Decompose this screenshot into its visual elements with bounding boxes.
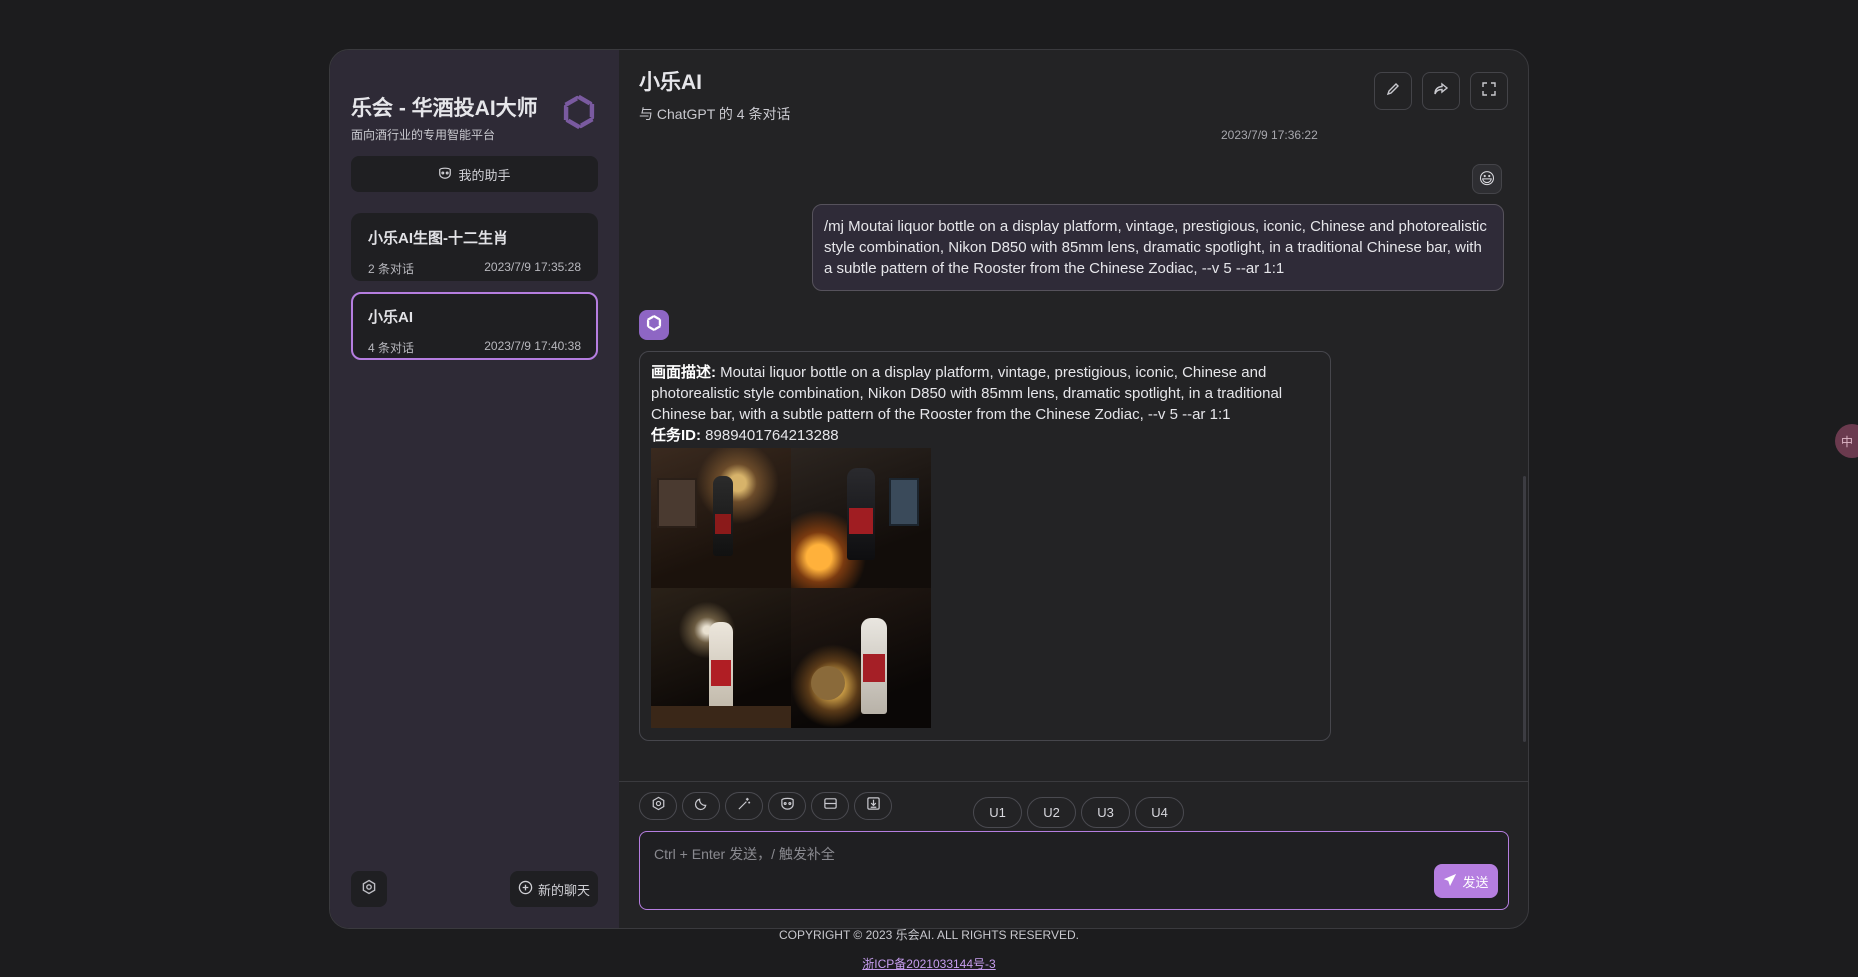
theme-toggle-button[interactable] xyxy=(682,792,720,820)
task-id-value: 8989401764213288 xyxy=(701,427,839,444)
chat-item-title: 小乐AI生图-十二生肖 xyxy=(368,230,508,247)
chat-header: 小乐AI 与 ChatGPT 的 4 条对话 xyxy=(639,66,1508,126)
mask-icon xyxy=(780,796,795,816)
export-button[interactable] xyxy=(854,792,892,820)
chat-settings-button[interactable] xyxy=(639,792,677,820)
brand-title: 乐会 - 华酒投AI大师 xyxy=(351,97,538,120)
user-message-text: /mj Moutai liquor bottle on a display pl… xyxy=(824,218,1487,277)
generated-image-grid[interactable] xyxy=(651,448,931,728)
generated-image-2 xyxy=(791,448,931,588)
mask-button[interactable] xyxy=(768,792,806,820)
task-id-line: 任务ID: 8989401764213288 xyxy=(651,425,1319,446)
description-label: 画面描述: xyxy=(651,364,716,381)
export-icon xyxy=(866,796,881,816)
send-label: 发送 xyxy=(1462,874,1489,890)
chat-item-xiaole-ai[interactable]: 小乐AI 4 条对话 2023/7/9 17:40:38 xyxy=(351,292,598,360)
input-panel: 发送 xyxy=(619,781,1528,928)
message-list[interactable]: 2023/7/9 17:36:22 😃 /mj Moutai liquor bo… xyxy=(619,128,1528,828)
input-toolbar xyxy=(639,792,892,820)
chat-main: 小乐AI 与 ChatGPT 的 4 条对话 2023/7/9 17:36:22… xyxy=(619,50,1528,928)
my-assistant-label: 我的助手 xyxy=(458,167,511,183)
new-chat-button[interactable]: 新的聊天 xyxy=(510,871,598,907)
settings-icon xyxy=(651,796,666,816)
share-button[interactable] xyxy=(1422,72,1460,110)
generated-image-4 xyxy=(791,588,931,728)
layout-button[interactable] xyxy=(811,792,849,820)
mask-icon xyxy=(438,166,452,183)
footer-icp-link[interactable]: 浙ICP备2021033144号-3 xyxy=(0,955,1858,972)
plus-circle-icon xyxy=(518,880,533,898)
generated-image-3 xyxy=(651,588,791,728)
message-scrollbar[interactable] xyxy=(1523,476,1526,742)
new-chat-label: 新的聊天 xyxy=(537,882,590,898)
chat-item-zodiac[interactable]: 小乐AI生图-十二生肖 2 条对话 2023/7/9 17:35:28 xyxy=(351,213,598,281)
task-id-label: 任务ID: xyxy=(651,427,701,444)
edit-icon xyxy=(1385,81,1401,102)
bot-description: 画面描述: Moutai liquor bottle on a display … xyxy=(651,362,1319,425)
brand-subtitle: 面向酒行业的专用智能平台 xyxy=(351,128,496,142)
footer-copyright: COPYRIGHT © 2023 乐会AI. ALL RIGHTS RESERV… xyxy=(778,928,1080,942)
fullscreen-icon xyxy=(1481,81,1497,102)
description-text: Moutai liquor bottle on a display platfo… xyxy=(651,364,1283,423)
message-input-box: 发送 xyxy=(639,831,1509,910)
message-timestamp: 2023/7/9 17:36:22 xyxy=(1221,128,1318,142)
generated-image-1 xyxy=(651,448,791,588)
moon-icon xyxy=(694,796,709,816)
bot-avatar xyxy=(639,310,669,340)
message-input[interactable] xyxy=(640,832,1508,909)
send-button[interactable]: 发送 xyxy=(1434,864,1498,898)
prompt-button[interactable] xyxy=(725,792,763,820)
chat-item-count: 2 条对话 xyxy=(368,262,415,276)
bot-message: 画面描述: Moutai liquor bottle on a display … xyxy=(639,351,1331,741)
settings-icon xyxy=(361,879,377,900)
user-avatar: 😃 xyxy=(1472,164,1502,194)
magic-wand-icon xyxy=(737,796,752,816)
chat-item-title: 小乐AI xyxy=(368,309,414,326)
chat-item-time: 2023/7/9 17:35:28 xyxy=(484,260,581,274)
layout-icon xyxy=(823,796,838,816)
openai-logo-icon xyxy=(643,312,665,339)
my-assistant-button[interactable]: 我的助手 xyxy=(351,156,598,192)
fullscreen-button[interactable] xyxy=(1470,72,1508,110)
chat-item-count: 4 条对话 xyxy=(368,341,415,355)
app-window: 乐会 - 华酒投AI大师 面向酒行业的专用智能平台 我的助手 小乐AI生图-十二… xyxy=(329,49,1529,929)
send-icon xyxy=(1443,873,1457,890)
rename-button[interactable] xyxy=(1374,72,1412,110)
sidebar: 乐会 - 华酒投AI大师 面向酒行业的专用智能平台 我的助手 小乐AI生图-十二… xyxy=(330,50,619,928)
share-icon xyxy=(1433,81,1449,102)
openai-logo-icon xyxy=(555,88,603,136)
brand: 乐会 - 华酒投AI大师 面向酒行业的专用智能平台 xyxy=(351,92,538,143)
settings-button[interactable] xyxy=(351,871,387,907)
chat-item-time: 2023/7/9 17:40:38 xyxy=(484,339,581,353)
translate-float-button[interactable]: 中 xyxy=(1835,424,1858,458)
user-message: /mj Moutai liquor bottle on a display pl… xyxy=(812,204,1504,291)
